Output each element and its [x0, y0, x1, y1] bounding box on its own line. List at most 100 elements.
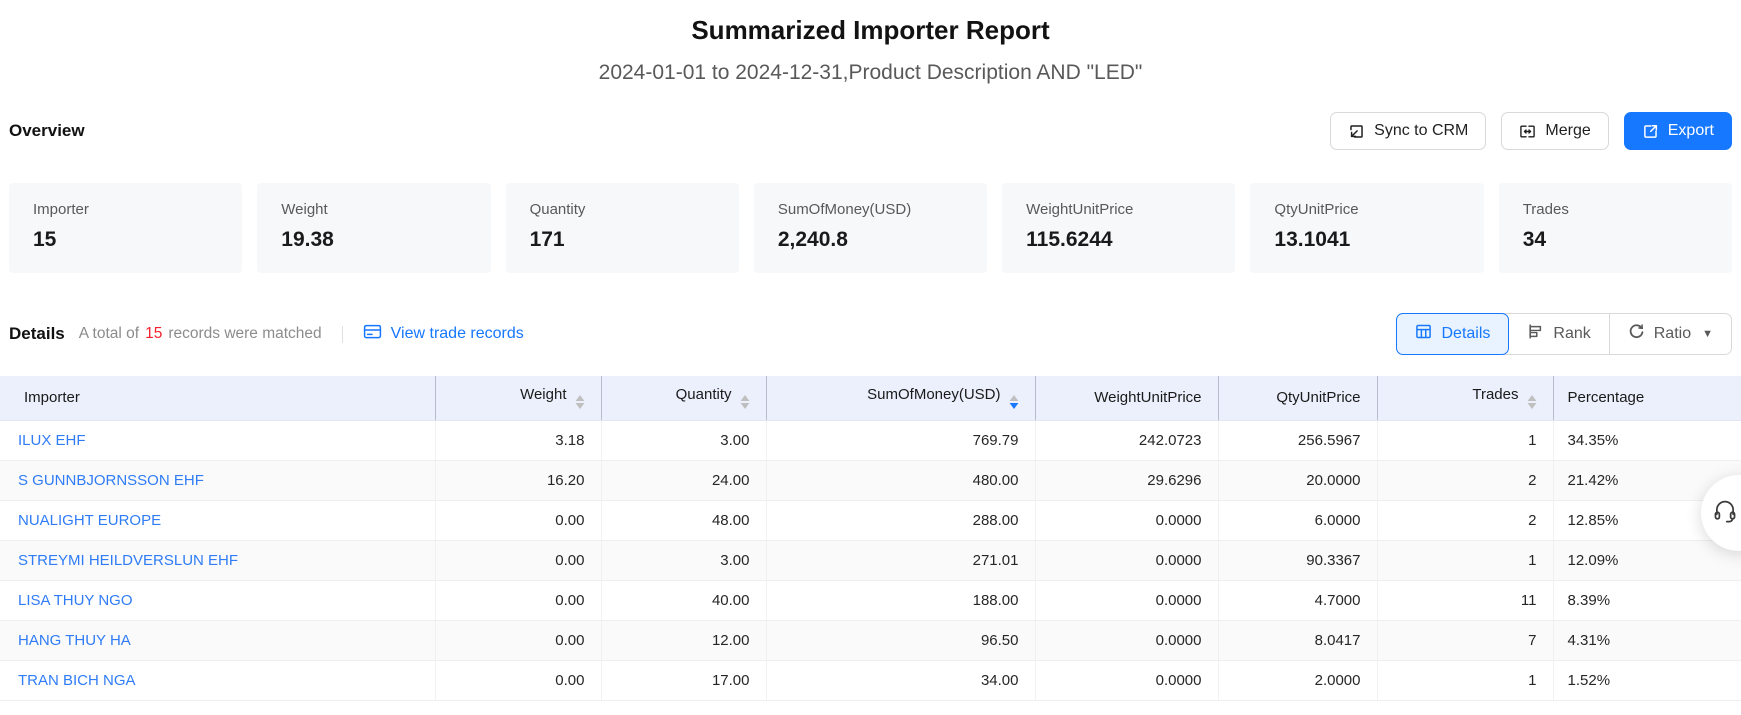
cell-qtyunitprice: 6.0000 — [1218, 500, 1377, 540]
stat-card-importer: Importer15 — [9, 183, 242, 273]
page-title: Summarized Importer Report — [9, 0, 1732, 46]
merge-button[interactable]: Merge — [1501, 112, 1608, 150]
cell-qtyunitprice: 20.0000 — [1218, 460, 1377, 500]
stat-value: 13.1041 — [1274, 228, 1459, 252]
overview-stat-cards: Importer15Weight19.38Quantity171SumOfMon… — [9, 183, 1732, 273]
stat-value: 171 — [530, 228, 715, 252]
cell-qtyunitprice: 8.0417 — [1218, 620, 1377, 660]
cell-trades: 1 — [1377, 660, 1553, 700]
action-buttons: Sync to CRM Merge — [1330, 112, 1732, 150]
stat-value: 19.38 — [281, 228, 466, 252]
cell-sumofmoney-usd-: 288.00 — [766, 500, 1035, 540]
tab-ratio-label: Ratio — [1654, 325, 1691, 343]
match-summary: A total of15records were matched — [79, 325, 322, 343]
details-heading: Details — [9, 324, 65, 344]
stat-label: SumOfMoney(USD) — [778, 201, 963, 218]
cell-sumofmoney-usd-: 480.00 — [766, 460, 1035, 500]
column-header-label: Percentage — [1568, 389, 1645, 406]
cell-trades: 2 — [1377, 460, 1553, 500]
importer-link[interactable]: STREYMI HEILDVERSLUN EHF — [18, 552, 238, 569]
export-icon — [1642, 123, 1659, 140]
stat-value: 34 — [1523, 228, 1708, 252]
cell-trades: 11 — [1377, 580, 1553, 620]
cell-weight: 0.00 — [435, 580, 601, 620]
importer-cell: S GUNNBJORNSSON EHF — [0, 460, 435, 500]
cell-weightunitprice: 0.0000 — [1035, 580, 1218, 620]
tab-ratio[interactable]: Ratio ▼ — [1609, 314, 1731, 354]
overview-heading: Overview — [9, 121, 85, 141]
cell-quantity: 12.00 — [601, 620, 766, 660]
tab-details[interactable]: Details — [1396, 313, 1509, 355]
importer-link[interactable]: HANG THUY HA — [18, 632, 131, 649]
column-header-label: Weight — [520, 386, 566, 403]
sync-to-crm-label: Sync to CRM — [1374, 122, 1468, 140]
column-header-quantity[interactable]: Quantity — [601, 376, 766, 420]
importer-link[interactable]: S GUNNBJORNSSON EHF — [18, 472, 204, 489]
tab-rank[interactable]: Rank — [1509, 314, 1608, 354]
stat-value: 15 — [33, 228, 218, 252]
sort-carets-icon — [740, 395, 750, 409]
importer-cell: ILUX EHF — [0, 420, 435, 460]
cell-weightunitprice: 29.6296 — [1035, 460, 1218, 500]
cell-sumofmoney-usd-: 188.00 — [766, 580, 1035, 620]
column-header-sumofmoney-usd-[interactable]: SumOfMoney(USD) — [766, 376, 1035, 420]
cell-percentage: 8.39% — [1553, 580, 1741, 620]
stat-label: Weight — [281, 201, 466, 218]
column-header-label: Importer — [24, 389, 80, 406]
view-trade-records-link[interactable]: View trade records — [363, 323, 524, 345]
export-button[interactable]: Export — [1624, 112, 1732, 150]
cell-trades: 7 — [1377, 620, 1553, 660]
importer-link[interactable]: ILUX EHF — [18, 432, 86, 449]
stat-value: 2,240.8 — [778, 228, 963, 252]
table-row: HANG THUY HA0.0012.0096.500.00008.041774… — [0, 620, 1741, 660]
cell-weightunitprice: 0.0000 — [1035, 660, 1218, 700]
importer-cell: LISA THUY NGO — [0, 580, 435, 620]
cell-quantity: 3.00 — [601, 420, 766, 460]
column-header-trades[interactable]: Trades — [1377, 376, 1553, 420]
stat-card-trades: Trades34 — [1499, 183, 1732, 273]
table-header-row: Importer Weight Quantity SumOfMoney(USD) Wei… — [0, 376, 1741, 420]
column-header-importer: Importer — [0, 376, 435, 420]
cell-quantity: 40.00 — [601, 580, 766, 620]
cell-weight: 0.00 — [435, 620, 601, 660]
sync-to-crm-button[interactable]: Sync to CRM — [1330, 112, 1486, 150]
table-row: LISA THUY NGO0.0040.00188.000.00004.7000… — [0, 580, 1741, 620]
cell-quantity: 48.00 — [601, 500, 766, 540]
column-header-weightunitprice: WeightUnitPrice — [1035, 376, 1218, 420]
importer-link[interactable]: NUALIGHT EUROPE — [18, 512, 161, 529]
tab-details-label: Details — [1441, 325, 1490, 343]
cell-quantity: 17.00 — [601, 660, 766, 700]
column-header-label: SumOfMoney(USD) — [867, 386, 1000, 403]
table-row: NUALIGHT EUROPE0.0048.00288.000.00006.00… — [0, 500, 1741, 540]
column-header-label: WeightUnitPrice — [1094, 389, 1201, 406]
sort-carets-icon — [1009, 395, 1019, 409]
cell-sumofmoney-usd-: 34.00 — [766, 660, 1035, 700]
cell-trades: 1 — [1377, 540, 1553, 580]
table-row: ILUX EHF3.183.00769.79242.0723256.596713… — [0, 420, 1741, 460]
cell-percentage: 4.31% — [1553, 620, 1741, 660]
stat-card-weightunitprice: WeightUnitPrice 115.6244 — [1002, 183, 1235, 273]
column-header-label: QtyUnitPrice — [1276, 389, 1360, 406]
cell-percentage: 12.09% — [1553, 540, 1741, 580]
ratio-icon — [1628, 323, 1645, 345]
cell-sumofmoney-usd-: 769.79 — [766, 420, 1035, 460]
column-header-weight[interactable]: Weight — [435, 376, 601, 420]
stat-value: 115.6244 — [1026, 228, 1211, 252]
importer-link[interactable]: LISA THUY NGO — [18, 592, 133, 609]
cell-weight: 0.00 — [435, 500, 601, 540]
cell-qtyunitprice: 90.3367 — [1218, 540, 1377, 580]
cell-quantity: 24.00 — [601, 460, 766, 500]
rank-icon — [1527, 323, 1544, 345]
cell-qtyunitprice: 2.0000 — [1218, 660, 1377, 700]
view-trade-records-label: View trade records — [391, 325, 524, 343]
cell-weight: 16.20 — [435, 460, 601, 500]
cell-qtyunitprice: 256.5967 — [1218, 420, 1377, 460]
importer-link[interactable]: TRAN BICH NGA — [18, 672, 136, 689]
trade-records-icon — [363, 323, 382, 345]
match-count: 15 — [139, 325, 168, 342]
cell-weight: 0.00 — [435, 660, 601, 700]
stat-card-qtyunitprice: QtyUnitPrice13.1041 — [1250, 183, 1483, 273]
cell-weight: 3.18 — [435, 420, 601, 460]
stat-label: WeightUnitPrice — [1026, 201, 1211, 218]
sync-to-crm-icon — [1348, 123, 1365, 140]
